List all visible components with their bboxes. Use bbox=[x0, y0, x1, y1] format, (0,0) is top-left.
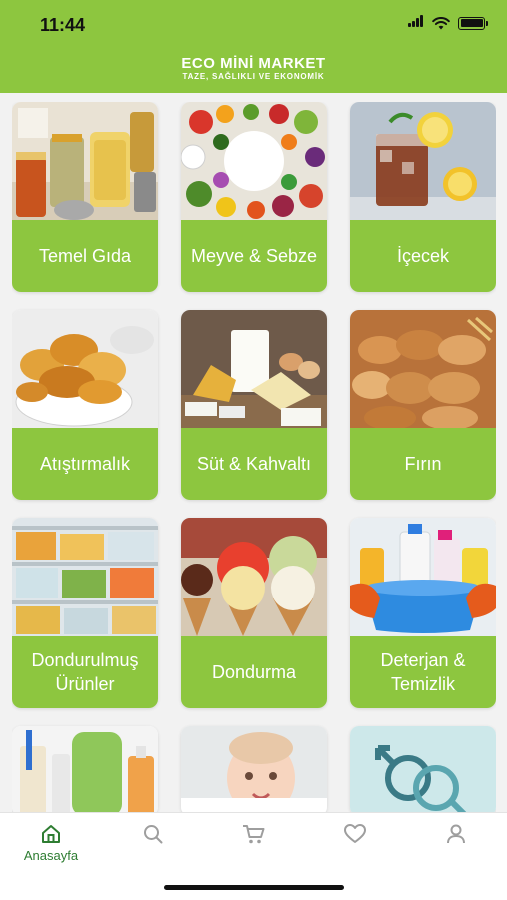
category-label: İçecek bbox=[350, 220, 496, 292]
cinsel-saglik-image bbox=[350, 726, 496, 812]
kisisel-bakim-image bbox=[12, 726, 158, 812]
category-card-cinsel-saglik[interactable] bbox=[350, 726, 496, 812]
atistirmalik-image bbox=[12, 310, 158, 428]
battery-icon bbox=[458, 16, 488, 30]
cart-icon bbox=[243, 825, 265, 844]
status-time: 11:44 bbox=[40, 15, 86, 35]
category-card-meyve-sebze[interactable]: Meyve & Sebze bbox=[181, 102, 327, 292]
category-card-dondurulmus[interactable]: Dondurulmuş Ürünler bbox=[12, 518, 158, 708]
category-label: Süt & Kahvaltı bbox=[181, 428, 327, 500]
tab-home-label: Anasayfa bbox=[23, 848, 79, 863]
brand-title: ECO MİNİ MARKET bbox=[181, 55, 326, 72]
cellular-signal-icon bbox=[408, 14, 424, 32]
category-card-kisisel-bakim[interactable] bbox=[12, 726, 158, 812]
home-indicator[interactable] bbox=[164, 885, 344, 890]
deterjan-image bbox=[350, 518, 496, 636]
category-card-deterjan[interactable]: Deterjan & Temizlik bbox=[350, 518, 496, 708]
category-card-dondurma[interactable]: Dondurma bbox=[181, 518, 327, 708]
category-grid: Temel Gıda Meyve & Sebze İçecek Atıştırm… bbox=[12, 102, 496, 812]
category-card-sut-kahvalti[interactable]: Süt & Kahvaltı bbox=[181, 310, 327, 500]
category-label: Dondurma bbox=[181, 636, 327, 708]
category-card-atistirmalik[interactable]: Atıştırmalık bbox=[12, 310, 158, 500]
status-bar: 11:44 bbox=[0, 0, 507, 50]
temel-gida-image bbox=[12, 102, 158, 220]
category-card-temel-gida[interactable]: Temel Gıda bbox=[12, 102, 158, 292]
tab-home[interactable]: Anasayfa bbox=[11, 823, 91, 863]
wifi-icon bbox=[432, 16, 450, 30]
dondurulmus-image bbox=[12, 518, 158, 636]
tab-favorites[interactable] bbox=[315, 823, 395, 845]
category-label: Meyve & Sebze bbox=[181, 220, 327, 292]
home-icon bbox=[42, 825, 60, 843]
category-card-icecek[interactable]: İçecek bbox=[350, 102, 496, 292]
category-card-firin[interactable]: Fırın bbox=[350, 310, 496, 500]
category-card-bebek[interactable] bbox=[181, 726, 327, 812]
icecek-image bbox=[350, 102, 496, 220]
category-label: Temel Gıda bbox=[12, 220, 158, 292]
dondurma-image bbox=[181, 518, 327, 636]
brand-subtitle: TAZE, SAĞLIKLI VE EKONOMİK bbox=[182, 72, 325, 81]
tab-cart[interactable] bbox=[214, 823, 294, 845]
tab-search[interactable] bbox=[113, 823, 193, 845]
category-label: Fırın bbox=[350, 428, 496, 500]
firin-image bbox=[350, 310, 496, 428]
tab-profile[interactable] bbox=[416, 823, 496, 845]
meyve-sebze-image bbox=[181, 102, 327, 220]
brand-logo: ECO MİNİ MARKET TAZE, SAĞLIKLI VE EKONOM… bbox=[0, 56, 507, 82]
user-icon bbox=[447, 824, 465, 844]
category-label: Deterjan & Temizlik bbox=[350, 636, 496, 708]
category-label: Atıştırmalık bbox=[12, 428, 158, 500]
category-label: Dondurulmuş Ürünler bbox=[12, 636, 158, 708]
bebek-image bbox=[181, 726, 327, 812]
app-header: 11:44 ECO MİNİ MARKET TAZE, SAĞLIKLI VE … bbox=[0, 0, 507, 93]
search-icon bbox=[144, 825, 163, 844]
status-icons bbox=[408, 14, 488, 32]
sut-kahvalti-image bbox=[181, 310, 327, 428]
heart-icon bbox=[344, 824, 366, 843]
